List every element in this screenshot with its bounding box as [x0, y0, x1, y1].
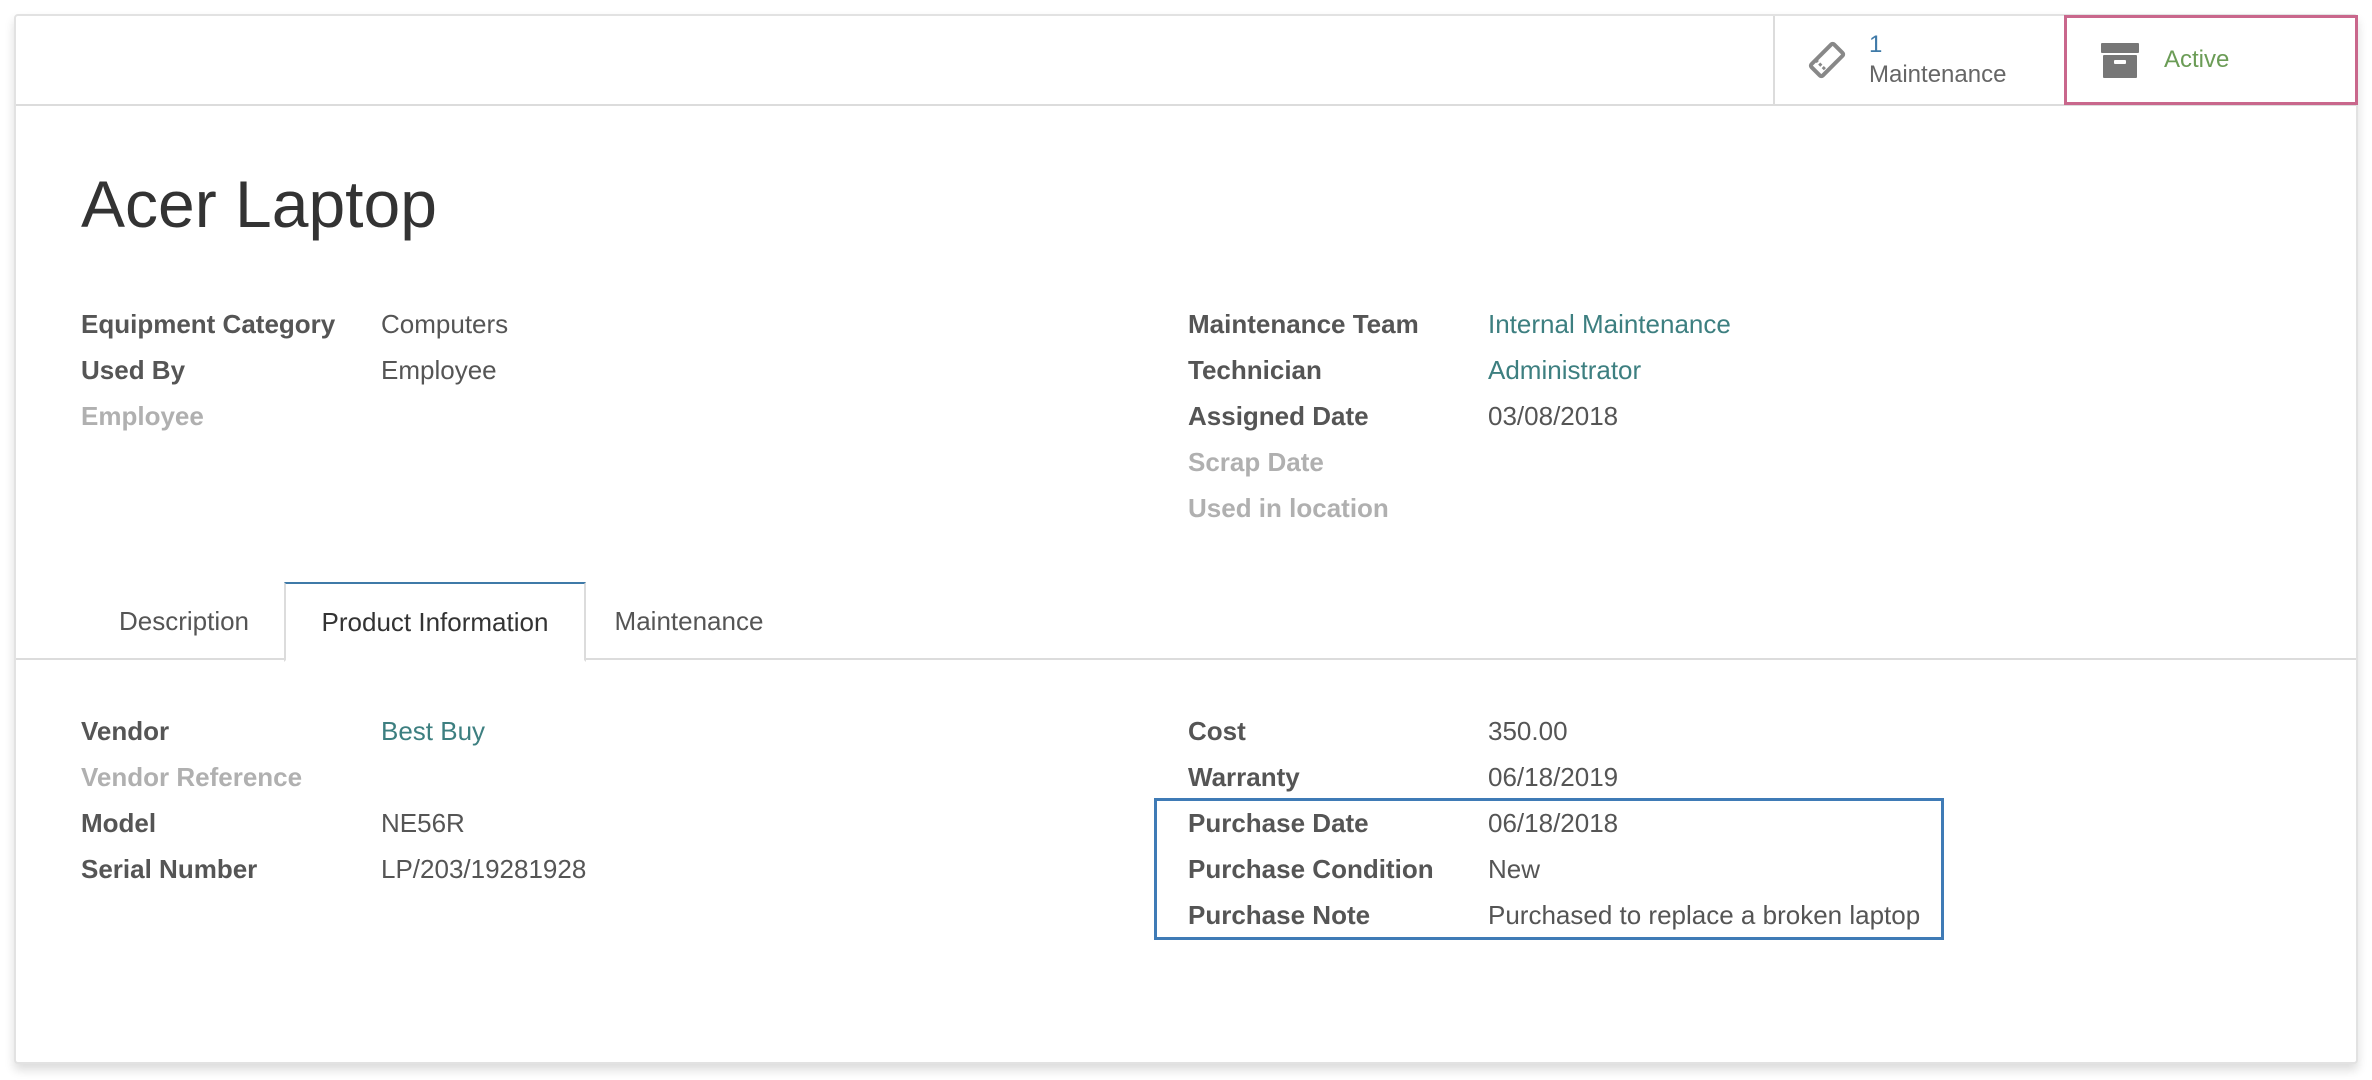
field-row-employee: Employee — [81, 393, 508, 439]
field-row-used-in-location: Used in location — [1188, 485, 1731, 531]
field-value-used-by: Employee — [381, 354, 497, 385]
archive-icon — [2098, 38, 2142, 82]
field-row-technician: Technician Administrator — [1188, 347, 1731, 393]
field-row-assigned-date: Assigned Date 03/08/2018 — [1188, 393, 1731, 439]
field-row-serial-number: Serial Number LP/203/19281928 — [81, 846, 586, 892]
field-value-model: NE56R — [381, 807, 465, 838]
field-label-used-by: Used By — [81, 354, 186, 385]
field-row-vendor-reference: Vendor Reference — [81, 754, 586, 800]
field-label-model: Model — [81, 807, 157, 838]
field-row-warranty: Warranty 06/18/2019 — [1188, 754, 1920, 800]
field-value-assigned-date: 03/08/2018 — [1488, 400, 1619, 431]
field-row-equipment-category: Equipment Category Computers — [81, 301, 508, 347]
field-label-warranty: Warranty — [1188, 761, 1300, 792]
notebook-tabs: Description Product Information Maintena… — [16, 582, 2356, 662]
header-right-fields: Maintenance Team Internal Maintenance Tech… — [1188, 301, 1731, 531]
field-row-vendor: Vendor Best Buy — [81, 708, 586, 754]
active-label: Active — [2164, 46, 2230, 73]
field-row-maintenance-team: Maintenance Team Internal Maintenance — [1188, 301, 1731, 347]
field-label-cost: Cost — [1188, 715, 1246, 746]
field-label-vendor: Vendor — [81, 715, 170, 746]
field-value-warranty: 06/18/2019 — [1488, 761, 1619, 792]
field-label-serial-number: Serial Number — [81, 853, 258, 884]
tab-description[interactable]: Description — [81, 582, 287, 660]
maintenance-stat-button[interactable]: 1 Maintenance — [1773, 16, 2062, 104]
header-left-fields: Equipment Category Computers Used By Employ… — [81, 301, 508, 439]
field-label-vendor-reference: Vendor Reference — [81, 761, 303, 792]
page-title: Acer Laptop — [81, 167, 437, 241]
tab-maintenance[interactable]: Maintenance — [586, 582, 792, 660]
field-label-scrap-date: Scrap Date — [1188, 446, 1324, 477]
field-value-maintenance-team[interactable]: Internal Maintenance — [1488, 309, 1731, 340]
tab-product-information[interactable]: Product Information — [284, 582, 586, 662]
field-value-serial-number: LP/203/19281928 — [381, 853, 587, 884]
field-label-employee: Employee — [81, 400, 204, 431]
active-toggle-button[interactable]: Active — [2064, 15, 2358, 105]
field-row-cost: Cost 350.00 — [1188, 708, 1920, 754]
field-row-scrap-date: Scrap Date — [1188, 439, 1731, 485]
field-value-technician[interactable]: Administrator — [1488, 355, 1641, 386]
form-sheet: 1 Maintenance Active Acer Laptop Equipme… — [14, 14, 2358, 1064]
ticket-icon — [1805, 38, 1849, 82]
field-value-vendor[interactable]: Best Buy — [381, 716, 485, 747]
field-label-used-in-location: Used in location — [1188, 492, 1389, 523]
smart-button-box: 1 Maintenance Active — [16, 15, 2358, 106]
field-label-assigned-date: Assigned Date — [1188, 400, 1369, 431]
field-label-equipment-category: Equipment Category — [81, 308, 336, 339]
purchase-highlight-box — [1154, 798, 1944, 940]
field-value-equipment-category: Computers — [381, 308, 509, 339]
field-row-model: Model NE56R — [81, 800, 586, 846]
maintenance-label: Maintenance — [1869, 61, 2007, 88]
field-row-used-by: Used By Employee — [81, 347, 508, 393]
field-label-technician: Technician — [1188, 354, 1322, 385]
field-label-maintenance-team: Maintenance Team — [1188, 308, 1419, 339]
field-value-cost: 350.00 — [1488, 715, 1568, 746]
maintenance-count: 1 — [1869, 31, 1883, 58]
product-left-fields: Vendor Best Buy Vendor Reference Model NE56R… — [81, 708, 586, 892]
